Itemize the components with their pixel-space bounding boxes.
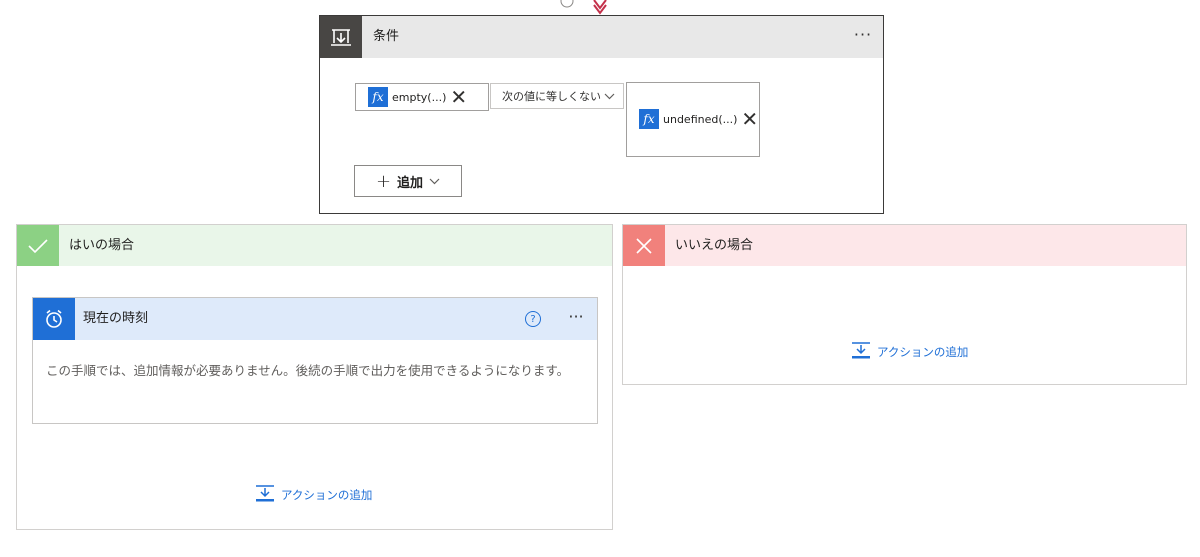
- left-operand-label: empty(...): [392, 90, 447, 104]
- check-icon: [17, 225, 59, 266]
- condition-icon: [320, 16, 362, 58]
- condition-card: 条件 ··· fx empty(...) ✕ 次の値に等しくない fx unde…: [319, 15, 884, 214]
- remove-token-icon[interactable]: ✕: [450, 87, 467, 107]
- add-button-label: 追加: [397, 175, 424, 191]
- yes-add-action-button[interactable]: アクションの追加: [255, 484, 372, 505]
- flow-connector-arrow: [560, 0, 607, 15]
- yes-branch-title: はいの場合: [69, 238, 135, 253]
- condition-title: 条件: [373, 29, 400, 44]
- right-operand-label: undefined(...): [663, 112, 738, 126]
- add-action-label: アクションの追加: [877, 344, 969, 359]
- chevron-down-icon: [429, 175, 440, 188]
- no-branch-title: いいえの場合: [675, 238, 754, 253]
- plus-icon: +: [375, 170, 392, 192]
- current-time-action-card: 現在の時刻 ? ··· この手順では、追加情報が必要ありません。後続の手順で出力…: [32, 297, 598, 424]
- add-action-icon: [851, 341, 871, 362]
- action-header[interactable]: 現在の時刻 ? ···: [33, 298, 597, 340]
- add-action-label: アクションの追加: [281, 487, 373, 502]
- fx-icon: fx: [639, 109, 659, 129]
- operator-label: 次の値に等しくない: [502, 90, 601, 103]
- right-operand-field[interactable]: fx undefined(...) ✕: [626, 82, 760, 157]
- clock-icon: [33, 298, 75, 340]
- fx-icon: fx: [368, 87, 388, 107]
- expression-token[interactable]: fx undefined(...) ✕: [639, 109, 758, 129]
- operator-dropdown[interactable]: 次の値に等しくない: [490, 83, 624, 109]
- condition-header[interactable]: 条件 ···: [320, 16, 883, 58]
- left-operand-field[interactable]: fx empty(...) ✕: [355, 83, 489, 111]
- expression-token[interactable]: fx empty(...) ✕: [368, 87, 467, 107]
- chevron-down-icon: [604, 90, 615, 103]
- no-branch-panel: いいえの場合 アクションの追加: [622, 224, 1187, 385]
- more-options-button[interactable]: ···: [848, 16, 878, 58]
- yes-branch-panel: はいの場合 現在の時刻 ? ··· この手順では、追加情報が必要ありません。後続…: [16, 224, 613, 530]
- no-branch-header: いいえの場合: [623, 225, 1186, 266]
- action-title: 現在の時刻: [83, 311, 149, 326]
- add-action-icon: [255, 484, 275, 505]
- remove-token-icon[interactable]: ✕: [741, 109, 758, 129]
- add-condition-button[interactable]: + 追加: [354, 165, 462, 197]
- help-icon[interactable]: ?: [525, 311, 541, 327]
- action-description: この手順では、追加情報が必要ありません。後続の手順で出力を使用できるようになりま…: [46, 363, 570, 378]
- close-icon: [623, 225, 665, 266]
- yes-branch-header: はいの場合: [17, 225, 612, 266]
- more-options-button[interactable]: ···: [559, 298, 593, 340]
- no-add-action-button[interactable]: アクションの追加: [851, 341, 968, 362]
